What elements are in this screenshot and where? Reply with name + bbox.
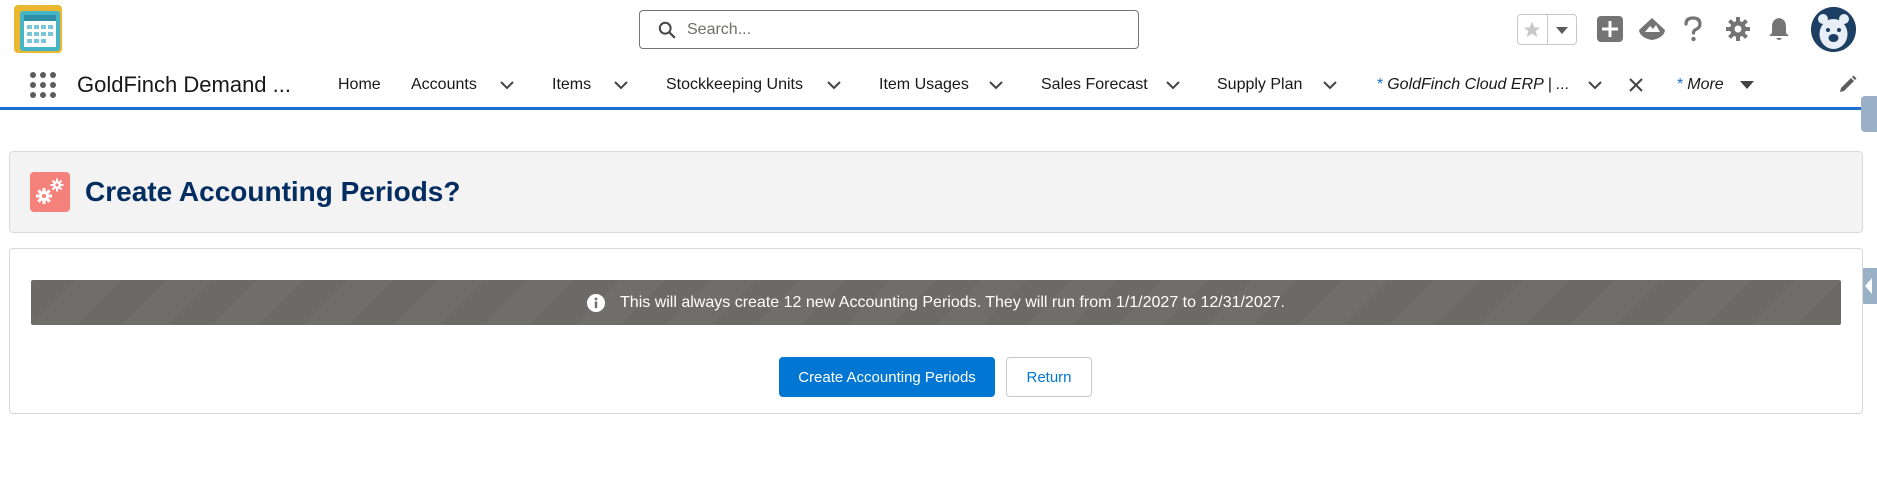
caret-down-icon[interactable] [1738,76,1756,94]
chevron-down-icon[interactable] [1586,76,1604,94]
return-button[interactable]: Return [1006,357,1092,397]
app-logo[interactable] [14,5,62,53]
app-name: GoldFinch Demand ... [77,72,291,97]
favorites-group [1517,14,1577,45]
chevron-left-icon [1865,278,1872,294]
nav-tab-goldfinch-cloud-erp[interactable]: * GoldFinch Cloud ERP | ... [1377,62,1570,107]
global-search-input[interactable]: Search... [639,10,1139,49]
user-avatar[interactable] [1811,7,1856,52]
gears-icon [30,172,70,212]
setup-gear-icon[interactable] [1724,15,1752,43]
close-tab-icon[interactable] [1627,76,1645,94]
global-actions-plus-icon[interactable] [1596,15,1624,43]
trailhead-icon[interactable] [1638,15,1666,43]
info-message: This will always create 12 new Accountin… [620,293,1285,311]
nav-item-items[interactable]: Items [552,62,591,107]
search-placeholder: Search... [687,21,752,38]
favorites-star-icon[interactable] [1518,15,1548,44]
unsaved-tab-marker: * [1377,75,1384,93]
search-icon [658,21,676,39]
chevron-down-icon[interactable] [1164,76,1182,94]
page-header: Create Accounting Periods? [9,151,1863,233]
nav-item-accounts[interactable]: Accounts [411,62,477,107]
info-banner: This will always create 12 new Accountin… [31,280,1841,325]
info-icon [587,293,606,312]
unsaved-tab-marker: * [1677,75,1684,93]
help-icon[interactable] [1679,15,1707,43]
nav-tab-label: GoldFinch Cloud ERP | ... [1387,75,1570,93]
nav-item-stockkeeping-units[interactable]: Stockkeeping Units [666,62,803,107]
utility-side-handle[interactable] [1861,96,1877,132]
notifications-bell-icon[interactable] [1765,15,1793,43]
nav-item-item-usages[interactable]: Item Usages [879,62,969,107]
nav-item-home[interactable]: Home [338,62,381,107]
nav-more-label: More [1687,75,1724,93]
favorites-dropdown-icon[interactable] [1548,15,1577,44]
nav-item-more[interactable]: * More [1677,62,1724,107]
nav-item-supply-plan[interactable]: Supply Plan [1217,62,1302,107]
create-accounting-periods-button[interactable]: Create Accounting Periods [779,357,995,397]
chevron-down-icon[interactable] [1321,76,1339,94]
chevron-down-icon[interactable] [498,76,516,94]
global-header: Search... [0,0,1877,62]
navigation-bar: GoldFinch Demand ... Home Accounts Items… [0,62,1877,110]
app-launcher-icon[interactable] [28,70,58,100]
chevron-down-icon[interactable] [987,76,1005,94]
chevron-down-icon[interactable] [825,76,843,94]
edit-nav-pencil-icon[interactable] [1838,74,1858,94]
content-card: This will always create 12 new Accountin… [9,248,1863,414]
utility-side-handle[interactable] [1861,268,1877,304]
chevron-down-icon[interactable] [612,76,630,94]
nav-item-sales-forecast[interactable]: Sales Forecast [1041,62,1148,107]
page-title: Create Accounting Periods? [85,176,461,207]
